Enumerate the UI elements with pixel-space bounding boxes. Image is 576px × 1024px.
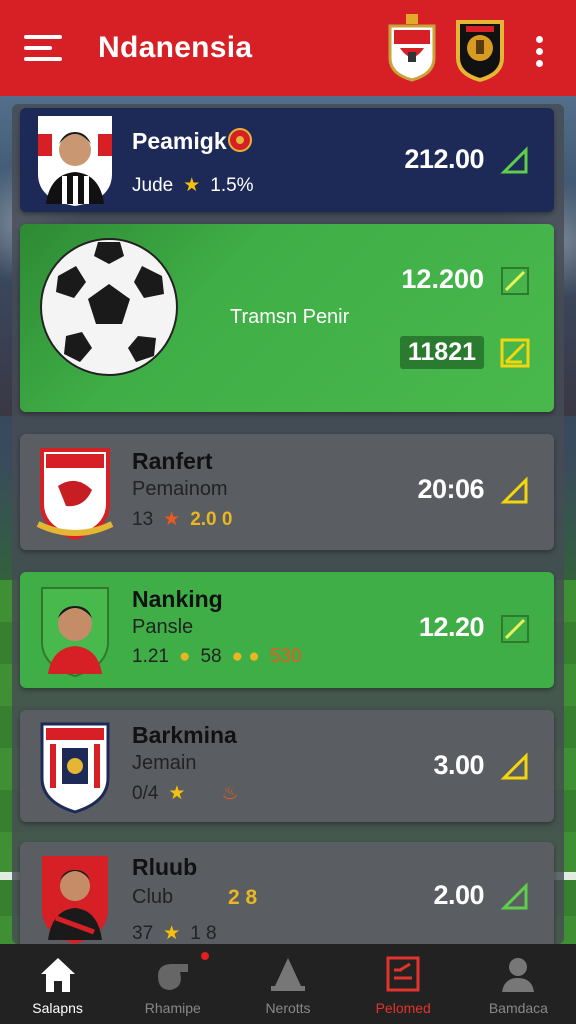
- player-stat-tertiary: 1 8: [190, 922, 217, 944]
- player-stat-secondary: 58: [200, 646, 222, 667]
- player-price: 3.00: [433, 750, 484, 780]
- nav-item-home[interactable]: Salapns: [0, 944, 115, 1024]
- nav-label: Rhamipe: [144, 1000, 201, 1016]
- app-header: Ndanensia: [0, 0, 576, 96]
- player-name: Rluub: [132, 854, 198, 880]
- select-check-icon[interactable]: [500, 266, 530, 296]
- player-meta: 37 ★ 1 8: [132, 922, 217, 945]
- featured-price-secondary: 11821: [399, 336, 484, 369]
- star-icon: ★: [163, 923, 181, 944]
- nav-label: Salapns: [32, 1000, 83, 1016]
- select-check-icon[interactable]: [500, 338, 530, 368]
- star-icon: ★: [168, 783, 186, 804]
- notification-dot: [199, 950, 212, 962]
- player-avatar: [36, 852, 114, 944]
- list-item[interactable]: Peamigk Jude ★ 1.5% 212.00: [20, 108, 554, 212]
- player-stat-secondary: 2.0 0: [190, 508, 233, 530]
- player-price: 2.00: [433, 880, 484, 910]
- profile-icon: [502, 958, 535, 992]
- featured-card[interactable]: Tramsn Penir 12.200 11821: [20, 224, 554, 412]
- featured-label: Tramsn Penir: [230, 306, 350, 328]
- nav-item-lineup[interactable]: Pelomed: [346, 944, 461, 1024]
- player-name: Nanking: [132, 586, 223, 612]
- select-check-icon[interactable]: [500, 476, 530, 506]
- club-crest: [36, 446, 114, 540]
- list-item[interactable]: Rluub Club 2 8 37 ★ 1 8 2.00: [20, 842, 554, 944]
- soccer-ball-icon: [40, 238, 178, 376]
- player-role: Jemain: [132, 752, 197, 774]
- player-stat: 1.21: [132, 646, 169, 667]
- nav-item-training[interactable]: Nerotts: [230, 944, 345, 1024]
- player-stat-tertiary: 530: [269, 646, 302, 667]
- club-badge-icon: [228, 128, 252, 152]
- select-check-icon[interactable]: [500, 614, 530, 644]
- player-stat: 0/4: [132, 782, 159, 804]
- select-check-icon[interactable]: [500, 146, 530, 176]
- whistle-icon: [157, 964, 188, 990]
- player-stat: 37: [132, 922, 154, 944]
- player-role: Jude: [132, 174, 174, 196]
- rival-crest-icon[interactable]: [454, 12, 506, 82]
- nav-label: Nerotts: [265, 1000, 311, 1016]
- bottom-navigation: Salapns Rhamipe Nerotts Pelomed Bamdaca: [0, 944, 576, 1024]
- home-icon: [40, 958, 75, 992]
- featured-price: 12.200: [401, 264, 484, 294]
- cone-icon: [271, 958, 305, 991]
- coin-icon: ● ●: [231, 646, 260, 667]
- clipboard-icon: [386, 956, 420, 992]
- kebab-menu-icon[interactable]: [536, 36, 544, 67]
- hamburger-menu-icon[interactable]: [24, 33, 64, 63]
- club-crest: [36, 720, 114, 814]
- player-meta: 0/4 ★ ♨: [132, 782, 239, 805]
- nav-label: Bamdaca: [488, 1000, 548, 1016]
- app-title: Ndanensia: [98, 31, 253, 64]
- player-stat-secondary: 2 8: [228, 886, 258, 909]
- player-price: 20:06: [417, 474, 484, 504]
- player-price: 212.00: [404, 144, 484, 174]
- player-stat: 13: [132, 508, 154, 530]
- player-meta: 1.21 ● 58 ● ● 530: [132, 646, 302, 668]
- coin-icon: ●: [178, 646, 191, 667]
- player-avatar: [36, 584, 114, 678]
- star-icon: ★: [183, 175, 201, 196]
- player-meta: 13 ★ 2.0 0: [132, 508, 232, 531]
- player-role: Club: [132, 886, 174, 908]
- nav-item-matches[interactable]: Rhamipe: [115, 944, 230, 1024]
- star-icon: ★: [163, 509, 181, 530]
- player-avatar: [36, 114, 114, 208]
- player-list: Peamigk Jude ★ 1.5% 212.00 Tramsn Penir …: [12, 104, 564, 944]
- nav-label: Pelomed: [375, 1000, 431, 1016]
- list-item[interactable]: Barkmina Jemain 0/4 ★ ♨ 3.00: [20, 710, 554, 822]
- player-price: 12.20: [418, 612, 485, 642]
- player-name: Ranfert: [132, 448, 213, 474]
- fire-icon: ♨: [221, 783, 239, 804]
- select-check-icon[interactable]: [500, 882, 530, 912]
- player-name: Barkmina: [132, 722, 237, 748]
- header-badges: [386, 12, 506, 82]
- club-crest-icon[interactable]: [386, 12, 438, 82]
- player-meta: Jude ★ 1.5%: [132, 174, 254, 197]
- list-item[interactable]: Ranfert Pemainom 13 ★ 2.0 0 20:06: [20, 434, 554, 550]
- player-name: Peamigk: [132, 128, 227, 154]
- player-role: Pansle: [132, 616, 194, 638]
- nav-item-profile[interactable]: Bamdaca: [461, 944, 576, 1024]
- select-check-icon[interactable]: [500, 752, 530, 782]
- player-rating: 1.5%: [210, 174, 254, 196]
- list-item[interactable]: Nanking Pansle 1.21 ● 58 ● ● 530 12.20: [20, 572, 554, 688]
- player-role: Pemainom: [132, 478, 228, 500]
